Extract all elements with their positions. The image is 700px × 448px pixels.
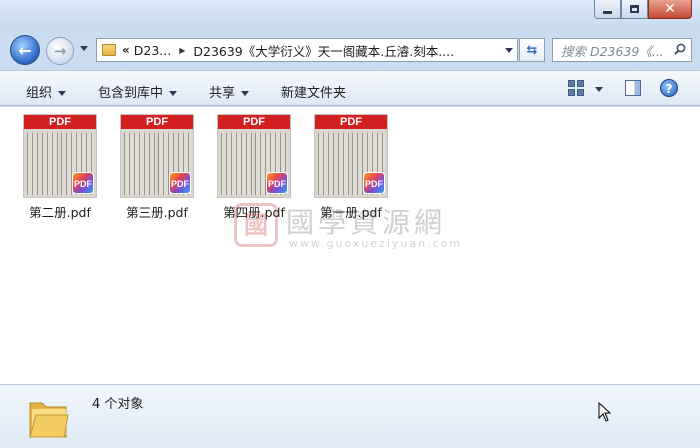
pdf-app-icon: PDF xyxy=(169,172,191,194)
search-box[interactable]: 搜索 D23639《... xyxy=(552,38,692,62)
maximize-icon xyxy=(630,5,639,13)
file-name: 第三册.pdf xyxy=(126,205,188,220)
pdf-app-icon: PDF xyxy=(266,172,288,194)
file-name: 第二册.pdf xyxy=(29,205,91,220)
minimize-icon xyxy=(603,10,612,14)
back-button[interactable]: ← xyxy=(10,35,40,65)
breadcrumb-separator-icon[interactable]: ▶ xyxy=(179,46,185,55)
change-view-icon[interactable] xyxy=(568,80,584,96)
chevron-down-icon xyxy=(58,91,67,96)
organize-menu[interactable]: 组织 xyxy=(26,82,67,101)
address-dropdown-icon[interactable] xyxy=(505,48,513,53)
breadcrumb-item[interactable]: D23... xyxy=(134,43,171,58)
share-menu[interactable]: 共享 xyxy=(209,82,250,101)
forward-arrow-icon: → xyxy=(53,42,67,60)
refresh-icon: ⇆ xyxy=(526,42,538,58)
organize-label: 组织 xyxy=(26,86,53,101)
view-options-dropdown[interactable] xyxy=(595,87,603,92)
address-bar[interactable]: « D23... ▶ D23639《大学衍义》天一阁藏本.丘濬.刻本.... xyxy=(96,38,518,62)
file-item[interactable]: PDF PDF 第二册.pdf xyxy=(20,114,100,221)
include-in-library-label: 包含到库中 xyxy=(98,86,164,101)
title-bar: ✕ xyxy=(0,0,700,30)
chevron-down-icon xyxy=(169,91,178,96)
search-icon[interactable] xyxy=(674,43,686,55)
include-in-library-menu[interactable]: 包含到库中 xyxy=(98,82,178,101)
folder-icon xyxy=(102,44,116,56)
navigation-row: ← → « D23... ▶ D23639《大学衍义》天一阁藏本.丘濬.刻本..… xyxy=(0,34,700,66)
pdf-app-icon: PDF xyxy=(363,172,385,194)
watermark-url: www.guoxueziyuan.com xyxy=(289,237,463,250)
pdf-thumbnail: PDF PDF xyxy=(217,114,291,198)
pdf-thumbnail: PDF PDF xyxy=(120,114,194,198)
breadcrumb-overflow[interactable]: « xyxy=(122,43,130,57)
command-bar: 组织 包含到库中 共享 新建文件夹 ? xyxy=(0,70,700,106)
watermark: 國 國學資源網 www.guoxueziyuan.com xyxy=(234,201,494,259)
pdf-band: PDF xyxy=(24,115,96,129)
caption-buttons: ✕ xyxy=(594,0,692,19)
close-button[interactable]: ✕ xyxy=(648,0,692,19)
recent-pages-dropdown[interactable] xyxy=(80,46,88,51)
watermark-title: 國學資源網 xyxy=(286,206,447,239)
file-list: PDF PDF 第二册.pdf PDF PDF 第三册.pdf PDF PDF … xyxy=(0,107,700,384)
folder-icon xyxy=(29,402,69,438)
details-pane: 4 个对象 xyxy=(0,384,700,448)
new-folder-label: 新建文件夹 xyxy=(281,86,347,101)
share-label: 共享 xyxy=(209,86,236,101)
watermark-seal: 國 xyxy=(234,203,278,247)
help-icon[interactable]: ? xyxy=(660,79,678,97)
pdf-band: PDF xyxy=(315,115,387,129)
search-input[interactable]: 搜索 D23639《... xyxy=(561,41,669,60)
file-item[interactable]: PDF PDF 第三册.pdf xyxy=(117,114,197,221)
new-folder-button[interactable]: 新建文件夹 xyxy=(281,82,346,101)
chevron-down-icon xyxy=(241,91,250,96)
refresh-button[interactable]: ⇆ xyxy=(519,38,545,62)
pdf-band: PDF xyxy=(218,115,290,129)
explorer-window: ✕ ← → « D23... ▶ D23639《大学衍义》天一阁藏本.丘濬.刻本… xyxy=(0,0,700,448)
preview-pane-icon[interactable] xyxy=(625,80,641,96)
close-icon: ✕ xyxy=(664,1,676,17)
mouse-pointer-icon xyxy=(598,402,612,422)
pdf-thumbnail: PDF PDF xyxy=(314,114,388,198)
maximize-button[interactable] xyxy=(621,0,648,19)
pdf-thumbnail: PDF PDF xyxy=(23,114,97,198)
minimize-button[interactable] xyxy=(594,0,621,19)
item-count: 4 个对象 xyxy=(92,397,144,412)
pdf-band: PDF xyxy=(121,115,193,129)
forward-button[interactable]: → xyxy=(46,37,74,65)
back-arrow-icon: ← xyxy=(18,40,32,60)
pdf-app-icon: PDF xyxy=(72,172,94,194)
breadcrumb-item-current[interactable]: D23639《大学衍义》天一阁藏本.丘濬.刻本.... xyxy=(193,41,454,60)
